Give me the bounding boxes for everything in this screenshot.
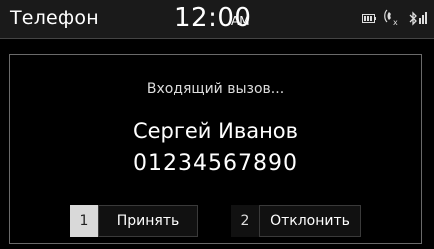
signal-icon: x: [384, 9, 398, 27]
phone-screen: Телефон 12:00 AM x Входящий вызов... Сер…: [0, 0, 434, 249]
accept-button-group: 1 Принять: [70, 205, 198, 237]
accept-button[interactable]: Принять: [98, 205, 198, 237]
caller-number: 01234567890: [133, 151, 298, 176]
incoming-call-dialog: Входящий вызов... Сергей Иванов 01234567…: [9, 54, 422, 244]
reject-number-badge: 2: [231, 205, 259, 237]
app-title: Телефон: [10, 7, 99, 29]
battery-icon: [362, 14, 376, 23]
status-bar: Телефон 12:00 AM x: [0, 0, 434, 39]
reject-button[interactable]: Отклонить: [259, 205, 361, 237]
bluetooth-icon: [409, 11, 427, 26]
clock-ampm: AM: [231, 14, 250, 28]
svg-text:x: x: [393, 18, 398, 27]
reject-button-group: 2 Отклонить: [231, 205, 361, 237]
caller-name: Сергей Иванов: [132, 119, 299, 143]
call-status-text: Входящий вызов...: [146, 81, 285, 97]
accept-number-badge: 1: [70, 205, 98, 237]
